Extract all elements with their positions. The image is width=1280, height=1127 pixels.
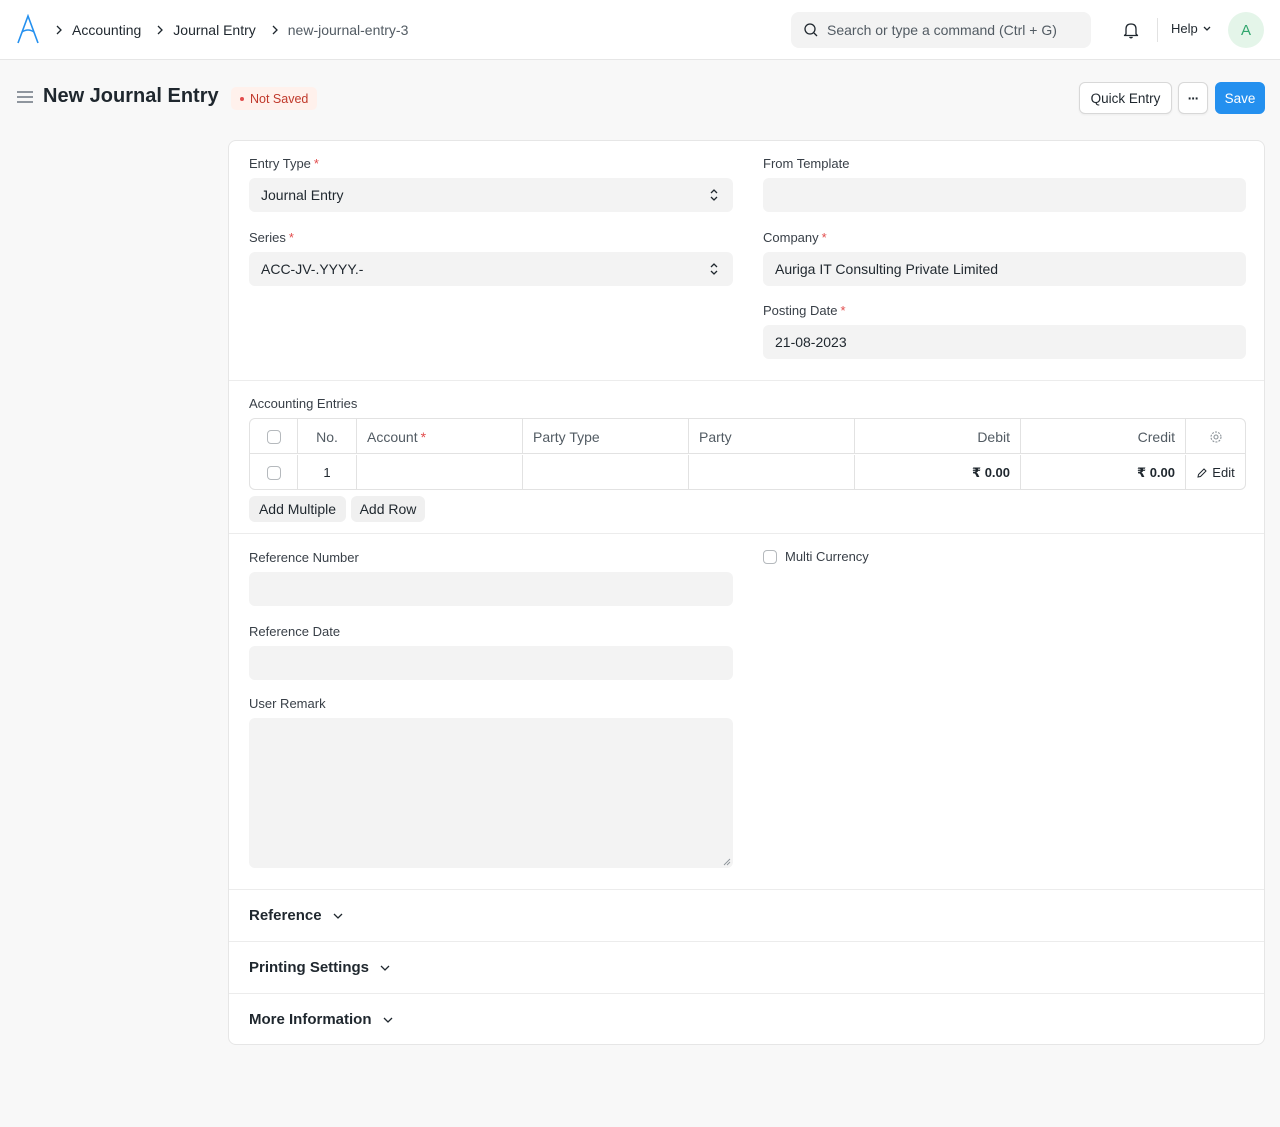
chevron-down-icon (1203, 26, 1211, 31)
required-marker: * (288, 230, 294, 245)
series-value: ACC-JV-.YYYY.- (261, 261, 364, 277)
section-reference-title: Reference (249, 907, 322, 924)
reference-number-label: Reference Number (249, 550, 359, 565)
column-header-no: No. (298, 419, 357, 454)
chevron-right-icon (266, 21, 284, 39)
add-multiple-button[interactable]: Add Multiple (249, 496, 346, 522)
required-marker: * (840, 303, 846, 318)
multi-currency-label: Multi Currency (785, 549, 869, 564)
add-row-button[interactable]: Add Row (351, 496, 425, 522)
pencil-icon (1197, 467, 1208, 478)
row-account-cell[interactable] (357, 455, 523, 489)
column-header-party: Party (689, 419, 855, 454)
column-header-party-type: Party Type (523, 419, 689, 454)
help-dropdown[interactable]: Help (1171, 21, 1212, 36)
required-marker: * (313, 156, 319, 171)
sidebar-toggle-icon[interactable] (16, 89, 34, 105)
section-more-information[interactable]: More Information (249, 1011, 394, 1028)
column-settings-cell (1186, 419, 1245, 454)
section-printing-settings-title: Printing Settings (249, 959, 369, 976)
row-number: 1 (298, 455, 357, 489)
posting-date-input[interactable]: 21-08-2023 (763, 325, 1246, 359)
navbar: Accounting Journal Entry new-journal-ent… (0, 0, 1280, 60)
quick-entry-button[interactable]: Quick Entry (1079, 82, 1172, 114)
company-input[interactable]: Auriga IT Consulting Private Limited (763, 252, 1246, 286)
column-header-credit: Credit (1021, 419, 1186, 454)
series-select[interactable]: ACC-JV-.YYYY.- (249, 252, 733, 286)
breadcrumb-current[interactable]: new-journal-entry-3 (288, 22, 409, 38)
select-all-checkbox[interactable] (266, 429, 281, 444)
row-debit-cell[interactable]: ₹ 0.00 (855, 455, 1021, 489)
section-printing-settings[interactable]: Printing Settings (249, 959, 391, 976)
chevron-right-icon (151, 21, 169, 39)
section-divider (229, 941, 1264, 942)
user-remark-label: User Remark (249, 696, 326, 711)
from-template-input[interactable] (763, 178, 1246, 212)
posting-date-label: Posting Date * (763, 303, 846, 318)
entry-type-value: Journal Entry (261, 187, 344, 203)
row-select-cell (250, 455, 298, 489)
navbar-divider (1157, 18, 1158, 42)
search-input[interactable] (827, 22, 1077, 38)
table-row[interactable]: 1 ₹ 0.00 ₹ 0.00 Edit (250, 455, 1245, 489)
reference-date-input[interactable] (249, 646, 733, 680)
breadcrumb-journal-entry[interactable]: Journal Entry (173, 22, 255, 38)
entry-type-label: Entry Type * (249, 156, 319, 171)
app-logo-icon[interactable] (16, 14, 40, 44)
select-all-cell (250, 419, 298, 454)
section-divider (229, 533, 1264, 534)
company-label: Company * (763, 230, 827, 245)
from-template-label: From Template (763, 156, 850, 171)
chevron-down-icon (333, 913, 343, 919)
row-credit-cell[interactable]: ₹ 0.00 (1021, 455, 1186, 489)
status-text: Not Saved (250, 91, 309, 106)
column-header-account: Account * (357, 419, 523, 454)
entry-type-select[interactable]: Journal Entry (249, 178, 733, 212)
search-icon (804, 23, 818, 37)
row-edit-label: Edit (1212, 465, 1235, 480)
row-party-type-cell[interactable] (523, 455, 689, 489)
form-card: Entry Type * Journal Entry From Template … (228, 140, 1265, 1045)
required-marker: * (420, 428, 427, 445)
select-arrows-icon (710, 263, 718, 275)
required-marker: * (821, 230, 827, 245)
more-actions-button[interactable]: ··· (1178, 82, 1208, 114)
accounting-entries-label: Accounting Entries (249, 396, 358, 411)
row-edit-button[interactable]: Edit (1186, 455, 1245, 489)
section-divider (229, 993, 1264, 994)
section-reference[interactable]: Reference (249, 907, 344, 924)
save-button[interactable]: Save (1215, 82, 1265, 114)
breadcrumb: Accounting Journal Entry new-journal-ent… (48, 0, 408, 60)
user-remark-textarea[interactable] (249, 718, 733, 868)
table-header-row: No. Account * Party Type Party Debit Cred… (250, 419, 1245, 454)
row-party-cell[interactable] (689, 455, 855, 489)
multi-currency-checkbox[interactable] (763, 549, 777, 564)
resize-handle-icon[interactable] (723, 858, 731, 866)
column-header-debit: Debit (855, 419, 1021, 454)
bell-icon[interactable] (1121, 20, 1141, 40)
page-title: New Journal Entry (43, 85, 219, 107)
status-badge: Not Saved (231, 87, 318, 110)
avatar[interactable]: A (1228, 12, 1264, 48)
search-bar[interactable] (791, 12, 1091, 48)
reference-number-input[interactable] (249, 572, 733, 606)
multi-currency-field[interactable]: Multi Currency (763, 549, 869, 564)
reference-date-label: Reference Date (249, 624, 341, 639)
accounting-entries-table: No. Account * Party Type Party Debit Cred… (249, 418, 1246, 490)
help-label: Help (1171, 21, 1198, 36)
section-more-information-title: More Information (249, 1011, 372, 1028)
breadcrumb-accounting[interactable]: Accounting (72, 22, 141, 38)
series-label: Series * (249, 230, 294, 245)
chevron-down-icon (380, 965, 390, 971)
select-arrows-icon (710, 189, 718, 201)
section-divider (229, 889, 1264, 890)
row-checkbox[interactable] (266, 465, 281, 480)
gear-icon[interactable] (1209, 430, 1223, 444)
section-divider (229, 380, 1264, 381)
chevron-right-icon (50, 21, 68, 39)
status-dot-icon (240, 96, 244, 101)
chevron-down-icon (383, 1017, 392, 1023)
